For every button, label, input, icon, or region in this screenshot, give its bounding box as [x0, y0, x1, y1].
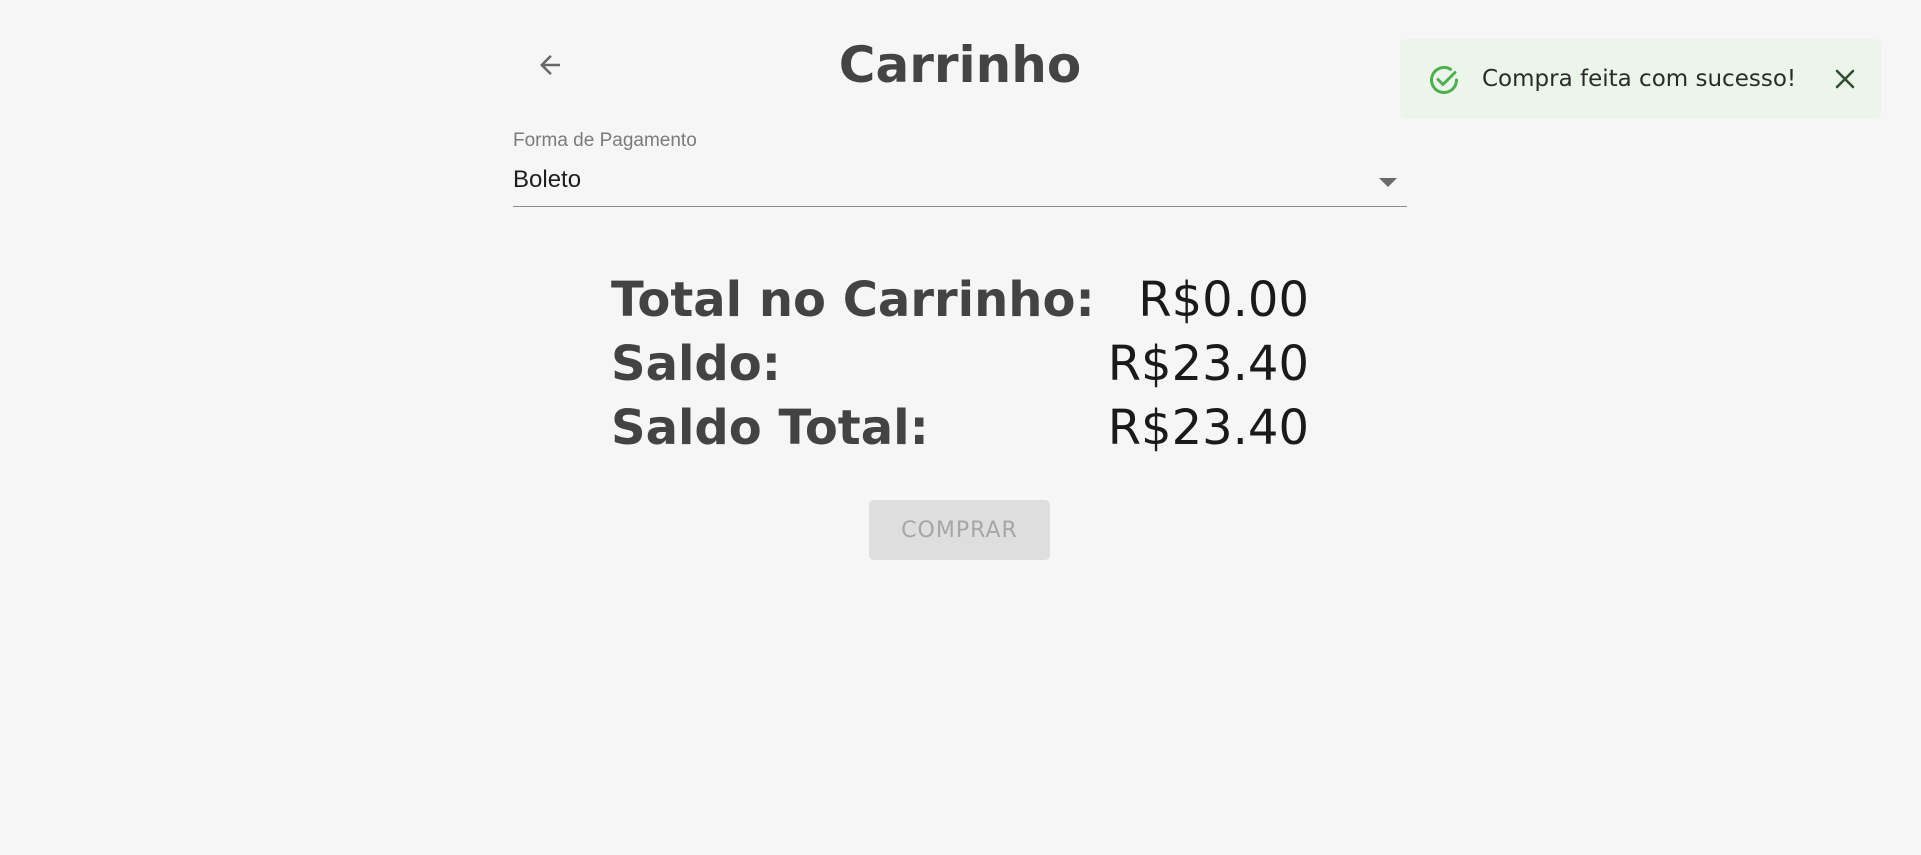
- buy-button[interactable]: COMPRAR: [869, 500, 1050, 560]
- success-toast: Compra feita com sucesso!: [1400, 39, 1881, 119]
- check-circle-icon: [1430, 66, 1458, 94]
- summary-row-total-balance: Saldo Total: R$23.40: [611, 396, 1309, 460]
- payment-method-select[interactable]: Boleto: [513, 158, 1407, 207]
- total-balance-value: R$23.40: [1107, 400, 1309, 456]
- dropdown-arrow-icon: [1379, 178, 1397, 187]
- toast-message: Compra feita com sucesso!: [1482, 66, 1797, 92]
- close-icon: [1835, 69, 1855, 89]
- cart-total-value: R$0.00: [1138, 272, 1309, 328]
- summary-row-balance: Saldo: R$23.40: [611, 332, 1309, 396]
- cart-container: Carrinho Forma de Pagamento Boleto Total…: [513, 0, 1407, 560]
- cart-summary: Total no Carrinho: R$0.00 Saldo: R$23.40…: [611, 268, 1309, 460]
- total-balance-label: Saldo Total:: [611, 400, 929, 456]
- header: Carrinho: [513, 0, 1407, 128]
- balance-label: Saldo:: [611, 336, 781, 392]
- payment-method-value: Boleto: [513, 166, 582, 193]
- page: Carrinho Forma de Pagamento Boleto Total…: [0, 0, 1921, 855]
- page-title: Carrinho: [838, 36, 1082, 94]
- toast-close-button[interactable]: [1829, 63, 1861, 95]
- cart-total-label: Total no Carrinho:: [611, 272, 1095, 328]
- summary-row-cart-total: Total no Carrinho: R$0.00: [611, 268, 1309, 332]
- balance-value: R$23.40: [1107, 336, 1309, 392]
- payment-method-label: Forma de Pagamento: [513, 130, 697, 151]
- payment-method-field: Forma de Pagamento Boleto: [513, 128, 1407, 209]
